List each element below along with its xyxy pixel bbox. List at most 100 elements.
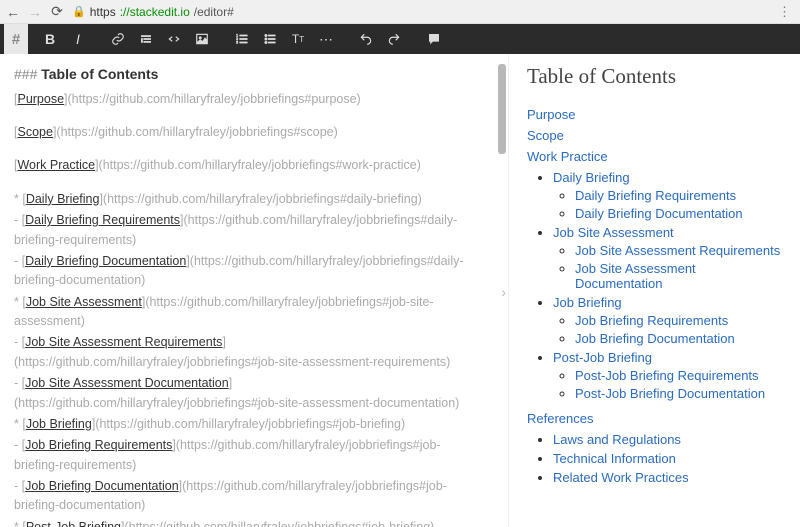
toc-link[interactable]: Daily Briefing Documentation	[575, 206, 743, 221]
back-button[interactable]: ←	[6, 5, 20, 19]
editor-heading: ### Table of Contents	[14, 64, 476, 86]
editor-link-text: Daily Briefing Requirements	[25, 213, 180, 227]
expand-preview-button[interactable]: ›	[501, 284, 506, 300]
ol-button[interactable]: 123	[228, 25, 256, 53]
forward-button[interactable]: →	[28, 5, 42, 19]
url-bar[interactable]: 🔒 https ://stackedit.io/editor#	[72, 5, 770, 19]
comment-button[interactable]	[420, 25, 448, 53]
toc-item: Job Briefing Job Briefing Requirements Job…	[553, 295, 782, 346]
toc-item: Job Site Assessment Requirements	[575, 243, 782, 258]
editor-line: - [Job Briefing Requirements](https://gi…	[14, 436, 476, 475]
editor-line: * [Job Briefing](https://github.com/hill…	[14, 415, 476, 434]
editor-line: - [Daily Briefing Documentation](https:/…	[14, 252, 476, 291]
toc-item: Purpose	[527, 107, 782, 122]
toc-item: Technical Information	[553, 451, 782, 466]
editor-link-text: Job Site Assessment Documentation	[25, 376, 229, 390]
lock-icon: 🔒	[72, 5, 86, 18]
toc-item: References Laws and Regulations Technical …	[527, 411, 782, 485]
toc-item: Laws and Regulations	[553, 432, 782, 447]
brand-tab[interactable]: #	[4, 24, 28, 54]
quote-button[interactable]	[132, 25, 160, 53]
toc-item: Related Work Practices	[553, 470, 782, 485]
url-path: /editor#	[194, 5, 234, 19]
editor-line: [Scope](https://github.com/hillaryfraley…	[14, 123, 476, 142]
toc-item: Daily Briefing Documentation	[575, 206, 782, 221]
browser-bar: ← → ⟳ 🔒 https ://stackedit.io/editor# ⋮	[0, 0, 800, 24]
editor-line: [Work Practice](https://github.com/hilla…	[14, 156, 476, 175]
editor-link-text: Purpose	[17, 92, 64, 106]
editor-link-text: Job Briefing Requirements	[25, 438, 172, 452]
editor-link-text: Job Briefing Documentation	[25, 479, 179, 493]
toc-item: Work PracticeDaily BriefingDaily Briefin…	[527, 149, 782, 401]
toc-item: Job Briefing Requirements	[575, 313, 782, 328]
toc-link[interactable]: Scope	[527, 128, 564, 143]
preview-title: Table of Contents	[527, 64, 782, 89]
toc-link[interactable]: Job Site Assessment Requirements	[575, 243, 780, 258]
browser-menu-button[interactable]: ⋮	[778, 4, 794, 20]
redo-button[interactable]	[380, 25, 408, 53]
toc-link[interactable]: References	[527, 411, 593, 426]
hash-icon: #	[12, 31, 20, 48]
editor-line: - [Daily Briefing Requirements](https://…	[14, 211, 476, 250]
editor-link-text: Job Site Assessment	[26, 295, 142, 309]
toc-link[interactable]: Work Practice	[527, 149, 608, 164]
ul-button[interactable]	[256, 25, 284, 53]
toc-item: Job Site Assessment Documentation	[575, 261, 782, 291]
toc-link[interactable]: Job Briefing Documentation	[575, 331, 735, 346]
editor-line: - [Job Briefing Documentation](https://g…	[14, 477, 476, 516]
toc-item: Scope	[527, 128, 782, 143]
toc-link[interactable]: Laws and Regulations	[553, 432, 681, 447]
toc-item: Post-Job Briefing Documentation	[575, 386, 782, 401]
toc-link[interactable]: Purpose	[527, 107, 575, 122]
toc-link[interactable]: Technical Information	[553, 451, 676, 466]
toc-link[interactable]: Post-Job Briefing	[553, 350, 652, 365]
toc-link[interactable]: Post-Job Briefing Documentation	[575, 386, 765, 401]
italic-button[interactable]: I	[64, 25, 92, 53]
toc-link[interactable]: Daily Briefing Requirements	[575, 188, 736, 203]
toc-link[interactable]: Post-Job Briefing Requirements	[575, 368, 759, 383]
scroll-thumb[interactable]	[498, 64, 506, 154]
toc-link[interactable]: Job Site Assessment	[553, 225, 674, 240]
toc-item: Post-Job Briefing Post-Job Briefing Requi…	[553, 350, 782, 401]
editor-link-text: Post-Job Briefing	[26, 520, 121, 527]
toc-link[interactable]: Daily Briefing	[553, 170, 630, 185]
toc-item: Post-Job Briefing Requirements	[575, 368, 782, 383]
editor-gutter: ›	[490, 54, 508, 527]
editor-line: * [Job Site Assessment](https://github.c…	[14, 293, 476, 332]
editor-link-text: Daily Briefing	[26, 192, 100, 206]
url-host: ://stackedit.io	[120, 5, 190, 19]
editor-link-text: Scope	[17, 125, 52, 139]
editor-line: * [Post-Job Briefing](https://github.com…	[14, 518, 476, 527]
editor-link-text: Job Site Assessment Requirements	[25, 335, 222, 349]
toc-list: PurposeScopeWork PracticeDaily BriefingD…	[527, 107, 782, 485]
editor-line: - [Job Site Assessment Requirements](htt…	[14, 333, 476, 372]
reload-button[interactable]: ⟳	[50, 5, 64, 19]
editor-line	[14, 144, 476, 154]
toc-link[interactable]: Job Site Assessment Documentation	[575, 261, 696, 291]
editor-line	[14, 178, 476, 188]
editor-line: [Purpose](https://github.com/hillaryfral…	[14, 90, 476, 109]
toc-link[interactable]: Job Briefing	[553, 295, 622, 310]
toc-item: Daily Briefing Requirements	[575, 188, 782, 203]
editor-line: - [Job Site Assessment Documentation](ht…	[14, 374, 476, 413]
editor-line: * [Daily Briefing](https://github.com/hi…	[14, 190, 476, 209]
hr-button[interactable]: ⋯	[312, 25, 340, 53]
markdown-editor[interactable]: ### Table of Contents [Purpose](https://…	[0, 54, 490, 527]
link-button[interactable]	[104, 25, 132, 53]
toc-item: Job Briefing Documentation	[575, 331, 782, 346]
toc-link[interactable]: Job Briefing Requirements	[575, 313, 728, 328]
url-scheme: https	[90, 5, 116, 19]
editor-link-text: Work Practice	[17, 158, 95, 172]
toc-link[interactable]: Related Work Practices	[553, 470, 689, 485]
preview-pane: Table of Contents Purpose Scope Work Pract…	[508, 54, 800, 527]
toc-item: Job Site Assessment Job Site Assessment R…	[553, 225, 782, 291]
editor-line	[14, 111, 476, 121]
bold-button[interactable]: B	[36, 25, 64, 53]
toc-item: Daily Briefing Daily Briefing Requirement…	[553, 170, 782, 221]
image-button[interactable]	[188, 25, 216, 53]
heading-button[interactable]: TT	[284, 25, 312, 53]
editor-link-text: Job Briefing	[26, 417, 92, 431]
editor-link-text: Daily Briefing Documentation	[25, 254, 186, 268]
undo-button[interactable]	[352, 25, 380, 53]
code-button[interactable]	[160, 25, 188, 53]
